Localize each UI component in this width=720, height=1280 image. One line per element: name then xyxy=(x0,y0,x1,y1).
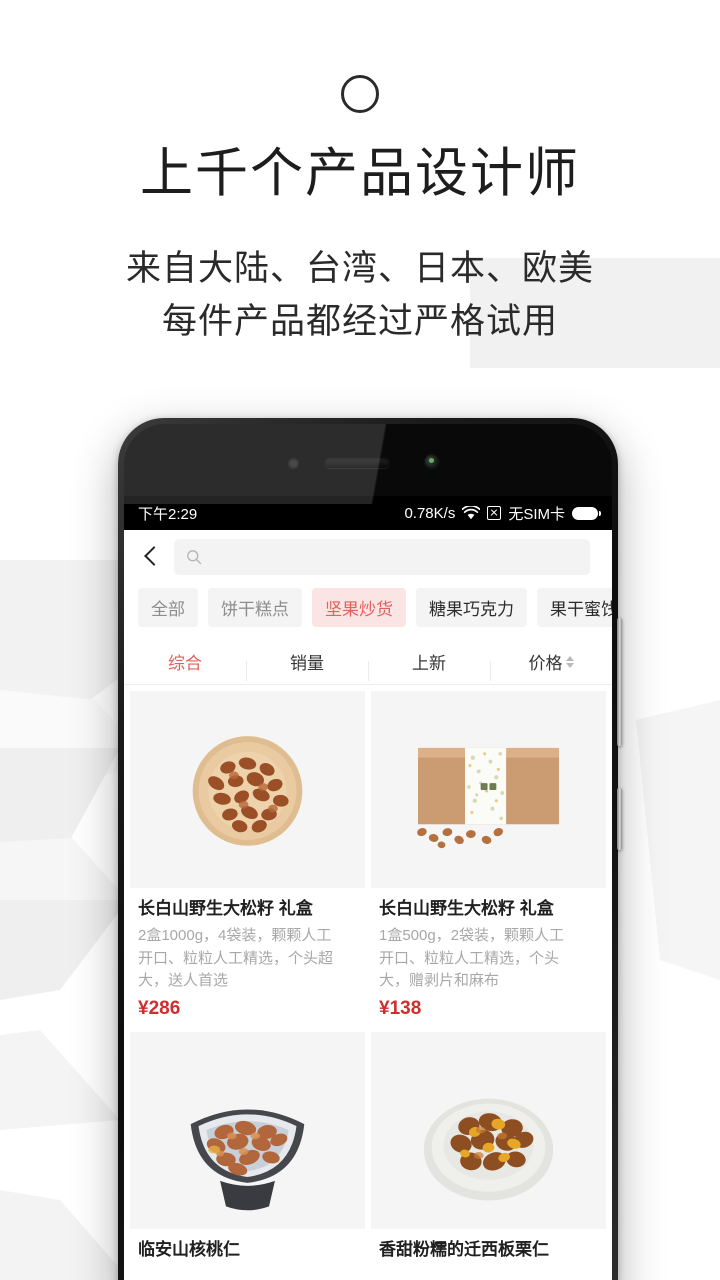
phone-mockup: 下午2:29 0.78K/s 无SIM卡 全部 饼干糕点 坚果炒货 糖果巧克力 … xyxy=(118,418,622,1280)
wifi-icon xyxy=(462,506,481,520)
sort-tab-label: 销量 xyxy=(290,654,324,673)
product-desc-line: 2盒1000g，4袋装，颗颗人工 xyxy=(138,927,332,945)
hero-subtitle: 来自大陆、台湾、日本、欧美 每件产品都经过严格试用 xyxy=(0,243,720,348)
power-button[interactable] xyxy=(617,788,622,850)
sort-tab-bar: 综合 销量 上新 价格 xyxy=(124,639,612,685)
product-description: 2盒1000g，4袋装，颗颗人工 开口、粒粒人工精选，个头超 大，送人首选 xyxy=(138,925,357,993)
product-title: 长白山野生大松籽 礼盒 xyxy=(138,899,313,918)
volume-button[interactable] xyxy=(617,618,622,746)
no-signal-icon xyxy=(487,506,502,520)
product-title: 临安山核桃仁 xyxy=(138,1239,240,1259)
product-card[interactable]: 临安山核桃仁 xyxy=(130,1031,365,1272)
status-bar: 下午2:29 0.78K/s 无SIM卡 xyxy=(124,496,612,530)
product-card[interactable]: 长白山野生大松籽 礼盒 2盒1000g，4袋装，颗颗人工 开口、粒粒人工精选，个… xyxy=(130,691,365,1026)
product-image xyxy=(130,691,365,888)
chestnuts-on-white-plate-image xyxy=(371,1033,606,1227)
product-price: ¥286 xyxy=(138,997,181,1019)
status-time: 下午2:29 xyxy=(138,505,198,523)
product-title: 长白山野生大松籽 礼盒 xyxy=(379,899,554,918)
product-desc-line: 大，赠剥片和麻布 xyxy=(379,972,500,990)
sort-tab-price[interactable]: 价格 xyxy=(490,649,612,681)
app-navbar xyxy=(124,530,612,584)
front-camera-icon xyxy=(424,454,440,470)
hero-subtitle-line-2: 每件产品都经过严格试用 xyxy=(161,301,558,341)
search-icon xyxy=(187,550,202,565)
phone-screen: 下午2:29 0.78K/s 无SIM卡 全部 饼干糕点 坚果炒货 糖果巧克力 … xyxy=(124,496,612,1280)
back-chevron-icon[interactable] xyxy=(138,544,164,570)
sort-tab-new[interactable]: 上新 xyxy=(368,649,490,681)
product-price: ¥138 xyxy=(379,997,422,1019)
sort-tab-comprehensive[interactable]: 综合 xyxy=(124,649,246,674)
phone-body: 下午2:29 0.78K/s 无SIM卡 全部 饼干糕点 坚果炒货 糖果巧克力 … xyxy=(124,424,612,1280)
sort-tab-label: 上新 xyxy=(412,654,446,673)
product-desc-line: 1盒500g，2袋装，颗颗人工 xyxy=(379,927,565,945)
battery-icon xyxy=(572,506,601,520)
earpiece-speaker-icon xyxy=(324,457,390,468)
network-speed: 0.78K/s xyxy=(404,504,456,522)
page-title: 上千个产品设计师 xyxy=(140,144,580,203)
product-image xyxy=(371,691,606,888)
phone-top-bezel xyxy=(124,424,612,496)
product-info: 香甜粉糯的迁西板栗仁 xyxy=(371,1229,606,1272)
sort-tab-sales[interactable]: 销量 xyxy=(246,649,368,681)
sort-tab-label: 综合 xyxy=(168,654,202,673)
proximity-sensor-icon xyxy=(288,458,299,469)
category-chip-dried-fruit[interactable]: 果干蜜饯 xyxy=(537,588,612,627)
hero-section: 上千个产品设计师 来自大陆、台湾、日本、欧美 每件产品都经过严格试用 xyxy=(0,0,720,348)
product-info: 长白山野生大松籽 礼盒 1盒500g，2袋装，颗颗人工 开口、粒粒人工精选，个头… xyxy=(371,888,606,1026)
product-card[interactable]: 香甜粉糯的迁西板栗仁 xyxy=(371,1031,606,1272)
product-desc-line: 开口、粒粒人工精选，个头超 xyxy=(138,949,334,967)
sort-tab-label: 价格 xyxy=(528,654,563,673)
ring-logo-icon xyxy=(341,75,379,113)
category-chip-nuts[interactable]: 坚果炒货 xyxy=(312,588,406,627)
product-grid: 长白山野生大松籽 礼盒 2盒1000g，4袋装，颗颗人工 开口、粒粒人工精选，个… xyxy=(124,685,612,1272)
category-chip-all[interactable]: 全部 xyxy=(138,588,198,627)
walnut-kernels-in-dark-bowl-image xyxy=(130,1033,365,1227)
product-info: 临安山核桃仁 xyxy=(130,1229,365,1272)
product-desc-line: 开口、粒粒人工精选，个头 xyxy=(379,949,560,967)
search-input[interactable] xyxy=(174,539,590,575)
product-card[interactable]: 长白山野生大松籽 礼盒 1盒500g，2袋装，颗颗人工 开口、粒粒人工精选，个头… xyxy=(371,691,606,1026)
product-desc-line: 大，送人首选 xyxy=(138,972,229,990)
hero-subtitle-line-1: 来自大陆、台湾、日本、欧美 xyxy=(125,249,594,289)
product-info: 长白山野生大松籽 礼盒 2盒1000g，4袋装，颗颗人工 开口、粒粒人工精选，个… xyxy=(130,888,365,1026)
pine-nuts-on-wooden-plate-image xyxy=(130,693,365,886)
product-description: 1盒500g，2袋装，颗颗人工 开口、粒粒人工精选，个头 大，赠剥片和麻布 xyxy=(379,925,598,993)
category-chip-list: 全部 饼干糕点 坚果炒货 糖果巧克力 果干蜜饯 xyxy=(124,584,612,639)
status-right-group: 0.78K/s 无SIM卡 xyxy=(404,503,601,524)
sort-arrows-icon xyxy=(565,655,574,668)
category-chip-biscuits[interactable]: 饼干糕点 xyxy=(208,588,302,627)
category-chip-chocolate[interactable]: 糖果巧克力 xyxy=(416,588,527,627)
product-image xyxy=(371,1031,606,1229)
product-title: 香甜粉糯的迁西板栗仁 xyxy=(379,1239,549,1259)
sim-status: 无SIM卡 xyxy=(508,505,565,523)
product-image xyxy=(130,1031,365,1229)
page-root: 上千个产品设计师 来自大陆、台湾、日本、欧美 每件产品都经过严格试用 下午2:2… xyxy=(0,0,720,1280)
kraft-gift-box-with-nuts-image xyxy=(371,693,606,886)
